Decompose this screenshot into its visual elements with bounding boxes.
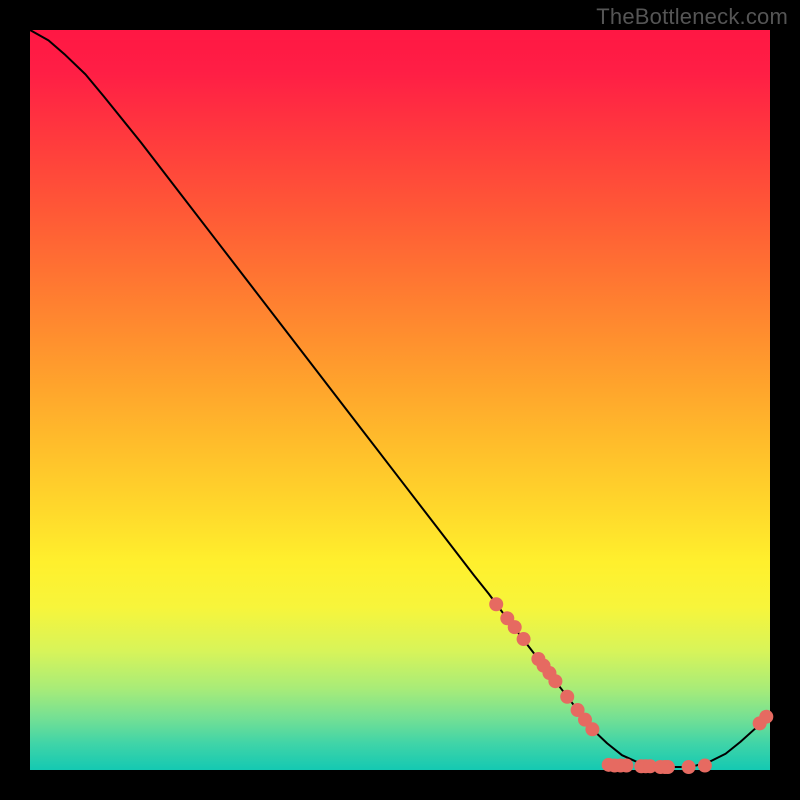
chart-stage: TheBottleneck.com (0, 0, 800, 800)
curve-marker (517, 632, 531, 646)
curve-marker (548, 674, 562, 688)
curve-marker (698, 759, 712, 773)
curve-marker (508, 620, 522, 634)
curve-marker (560, 690, 574, 704)
curve-marker (682, 760, 696, 774)
curve-marker (619, 759, 633, 773)
curve-marker (759, 710, 773, 724)
curve-marker (585, 722, 599, 736)
curve-marker (489, 597, 503, 611)
watermark-label: TheBottleneck.com (596, 4, 788, 30)
bottleneck-chart (0, 0, 800, 800)
curve-marker (661, 760, 675, 774)
